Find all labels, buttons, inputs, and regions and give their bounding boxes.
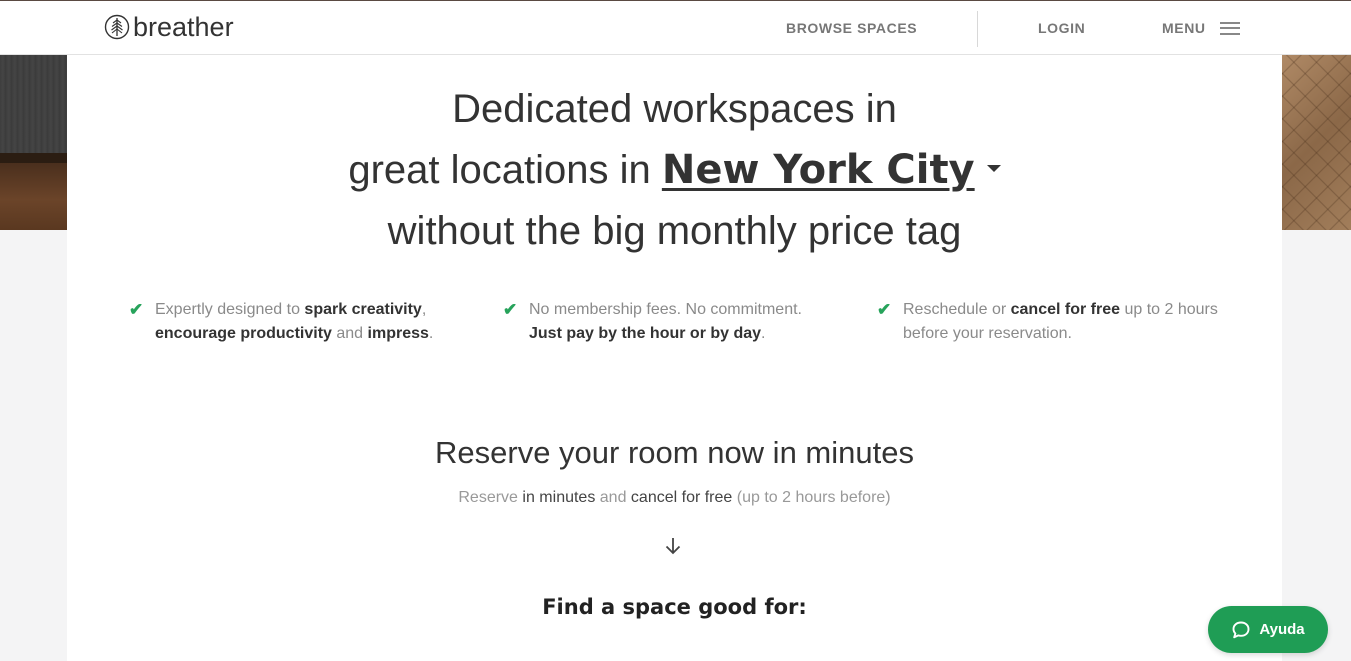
hamburger-icon <box>1219 21 1240 35</box>
headline-line-3: without the big monthly price tag <box>387 209 962 253</box>
feature-text-part: spark creativity <box>304 301 422 318</box>
feature-text-part: , <box>421 301 427 318</box>
reserve-title: Reserve your room now in minutes <box>435 435 914 470</box>
city-selector[interactable]: New York City <box>662 147 975 193</box>
help-label: Ayuda <box>1259 621 1305 638</box>
arrow-down-icon[interactable] <box>663 534 683 558</box>
feature-text: Expertly designed to spark creativity, e… <box>155 298 459 346</box>
reserve-sub-part: (up to 2 hours before) <box>732 489 891 506</box>
hero-image-left <box>0 55 67 230</box>
headline-line-2-prefix: great locations in <box>348 148 662 192</box>
feature-text-part: impress <box>367 325 429 342</box>
feature-text: Reschedule or cancel for free up to 2 ho… <box>903 298 1227 346</box>
feature-text-part: Just pay by the hour or by day <box>529 325 762 342</box>
hero-image-right <box>1282 55 1351 230</box>
feature-item: ✔ No membership fees. No commitment. Jus… <box>503 298 833 346</box>
reserve-subtitle: Reserve in minutes and cancel for free (… <box>67 489 1282 507</box>
nav-login[interactable]: LOGIN <box>1038 20 1085 36</box>
feature-text-part: Reschedule or <box>903 301 1011 318</box>
feature-text-part: cancel for free <box>1010 301 1121 318</box>
feature-text-part: No membership fees. No commitment. <box>529 301 802 318</box>
check-icon: ✔ <box>503 300 518 319</box>
feature-text-part: encourage productivity <box>155 325 332 342</box>
reserve-sub-part: in minutes <box>522 489 596 506</box>
caret-down-icon[interactable] <box>986 164 1001 172</box>
feature-text-part: Expertly designed to <box>155 301 305 318</box>
nav-divider <box>977 11 978 47</box>
chat-bubble-icon <box>1232 621 1250 638</box>
feature-item: ✔ Expertly designed to spark creativity,… <box>129 298 459 346</box>
find-space-title: Find a space good for: <box>542 595 807 619</box>
help-chat-button[interactable]: Ayuda <box>1208 606 1328 653</box>
reserve-sub-part: cancel for free <box>630 489 733 506</box>
headline-line-2: great locations in New York City <box>67 146 1282 194</box>
nav-menu-button[interactable]: MENU <box>1162 20 1240 36</box>
feature-text-part: . <box>761 325 766 342</box>
headline-line-1: Dedicated workspaces in <box>452 87 897 131</box>
feature-text-part: . <box>428 325 434 342</box>
site-header: breather BROWSE SPACES LOGIN MENU <box>0 1 1351 55</box>
reserve-sub-part: Reserve <box>458 489 523 506</box>
breather-logo[interactable]: breather <box>104 12 234 42</box>
check-icon: ✔ <box>129 300 144 319</box>
logo-text: breather <box>133 12 234 42</box>
check-icon: ✔ <box>877 300 892 319</box>
feature-text-part: and <box>331 325 368 342</box>
feature-text: No membership fees. No commitment. Just … <box>529 298 833 346</box>
feature-item: ✔ Reschedule or cancel for free up to 2 … <box>877 298 1227 346</box>
nav-menu-label: MENU <box>1162 20 1206 36</box>
nav-browse-spaces[interactable]: BROWSE SPACES <box>786 20 917 36</box>
reserve-sub-part: and <box>595 489 631 506</box>
tree-logo-icon <box>104 14 130 40</box>
main-content: Dedicated workspaces in great locations … <box>67 55 1282 661</box>
